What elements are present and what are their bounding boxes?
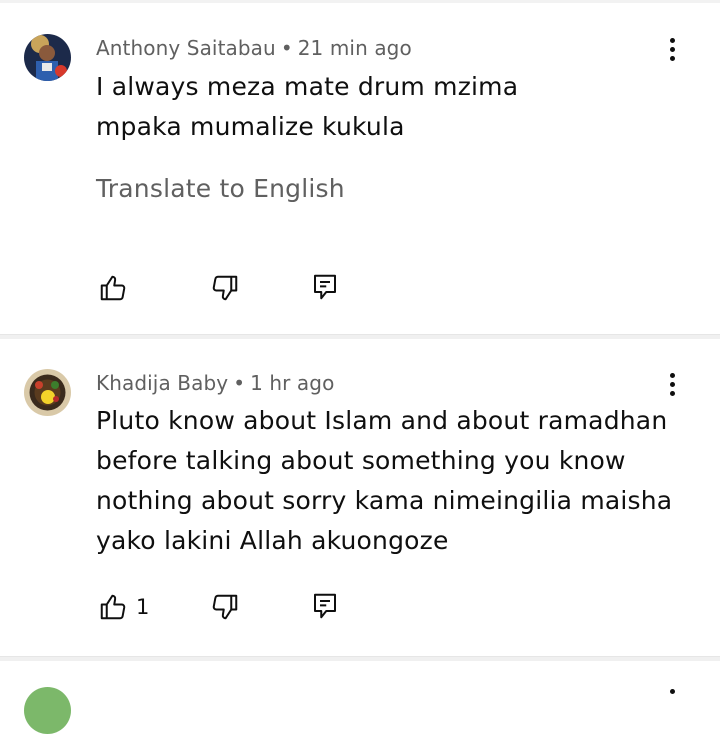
comment-item: Anthony Saitabau • 21 min ago I always mez… <box>0 0 720 335</box>
like-button[interactable] <box>98 592 128 622</box>
thumbs-up-icon <box>100 594 126 620</box>
reply-icon <box>314 593 336 619</box>
timestamp: 21 min ago <box>297 36 412 60</box>
timestamp: 1 hr ago <box>250 371 335 395</box>
meta-separator: • <box>280 36 293 60</box>
reply-icon <box>314 274 336 300</box>
thumbs-up-icon <box>100 275 126 301</box>
translate-button[interactable]: Translate to English <box>96 174 345 203</box>
comment-item: Khadija Baby • 1 hr ago Pluto know about I… <box>0 339 720 657</box>
author-name[interactable]: Khadija Baby <box>96 371 228 395</box>
comment-text: I always meza mate drum mzima mpaka muma… <box>96 72 519 141</box>
dislike-button[interactable] <box>210 273 240 303</box>
dislike-button[interactable] <box>210 592 240 622</box>
meta-separator: • <box>233 371 246 395</box>
comment-meta: Anthony Saitabau • 21 min ago <box>96 36 412 60</box>
thumbs-down-icon <box>212 275 238 301</box>
like-count: 1 <box>136 595 150 619</box>
comment-meta-partial <box>96 686 306 696</box>
avatar[interactable] <box>24 687 71 734</box>
thumbs-down-icon <box>212 594 238 620</box>
reply-button[interactable] <box>310 591 340 621</box>
like-button[interactable] <box>98 273 128 303</box>
reply-button[interactable] <box>310 272 340 302</box>
more-vert-icon[interactable] <box>662 35 682 71</box>
author-name[interactable]: Anthony Saitabau <box>96 36 276 60</box>
comment-meta: Khadija Baby • 1 hr ago <box>96 371 334 395</box>
avatar[interactable] <box>24 34 71 81</box>
comment-divider <box>0 656 720 661</box>
more-vert-icon[interactable] <box>670 689 675 694</box>
comment-text: Pluto know about Islam and about ramadha… <box>96 406 673 555</box>
avatar[interactable] <box>24 369 71 416</box>
